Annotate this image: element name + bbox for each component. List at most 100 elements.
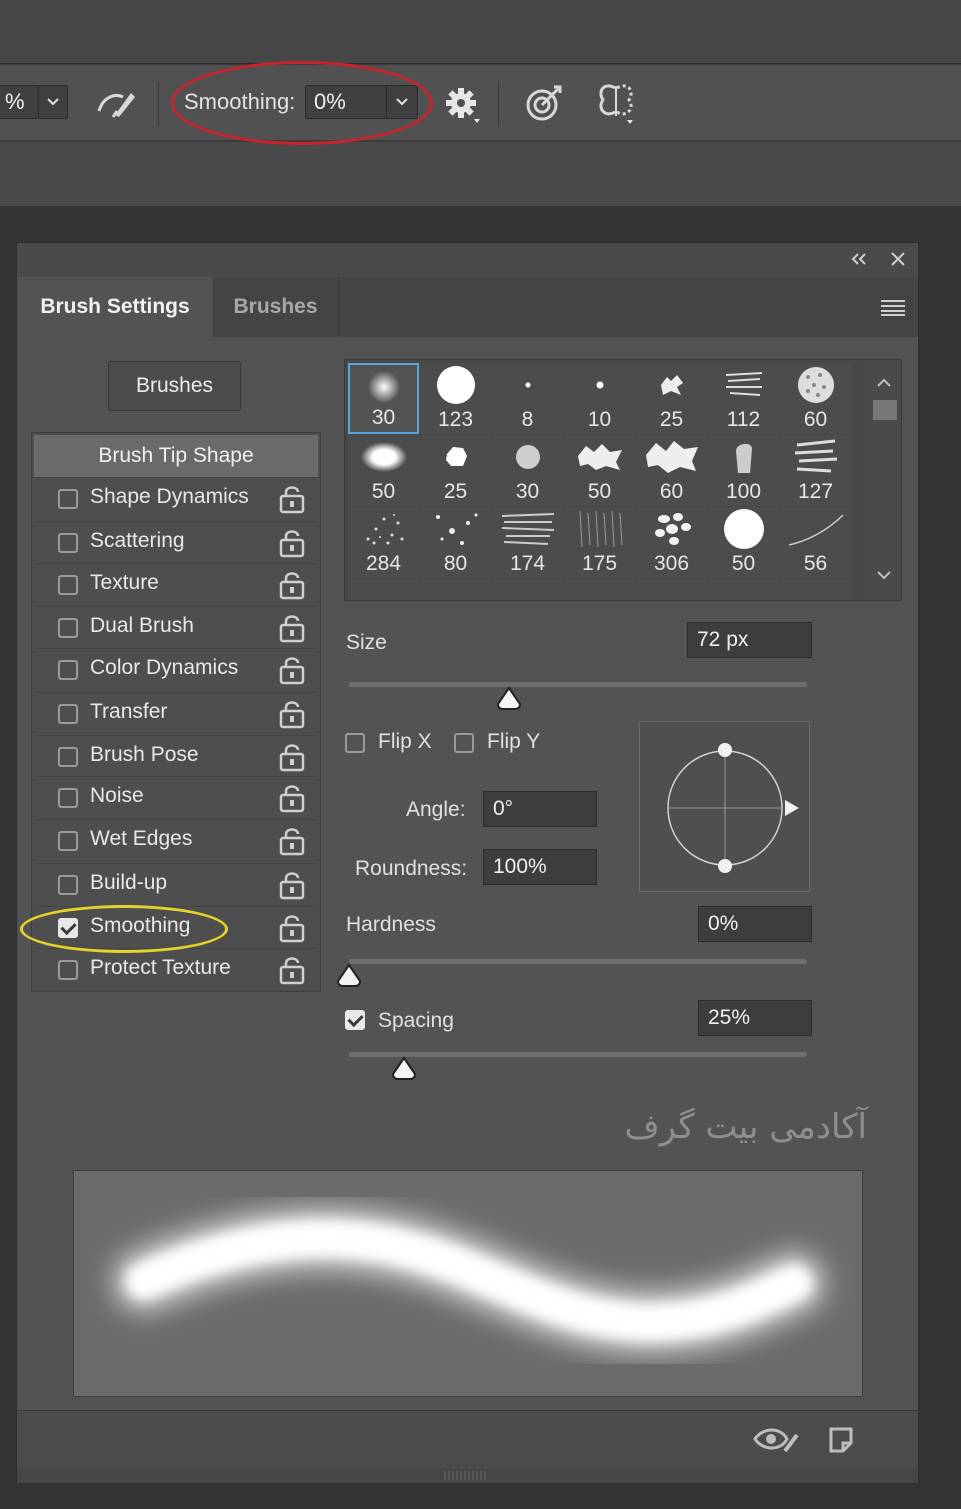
lock-icon[interactable] bbox=[279, 570, 305, 605]
option-row-noise[interactable]: Noise bbox=[34, 776, 318, 818]
flip-x-label: Flip X bbox=[378, 730, 432, 753]
option-row-dual-brush[interactable]: Dual Brush bbox=[34, 606, 318, 648]
option-row-protect-texture[interactable]: Protect Texture bbox=[34, 948, 318, 990]
brush-tip-cell[interactable]: 127 bbox=[780, 435, 851, 506]
option-checkbox[interactable] bbox=[58, 747, 78, 767]
gear-icon[interactable] bbox=[440, 83, 484, 127]
option-row-color-dynamics[interactable]: Color Dynamics bbox=[34, 648, 318, 690]
symmetry-butterfly-icon[interactable] bbox=[594, 81, 638, 127]
brush-tip-cell[interactable] bbox=[564, 579, 635, 600]
flip-x-checkbox[interactable] bbox=[345, 733, 365, 753]
lock-icon[interactable] bbox=[279, 826, 305, 861]
size-slider-track[interactable] bbox=[349, 682, 807, 687]
brush-tip-size: 123 bbox=[437, 408, 474, 431]
brush-tip-cell[interactable] bbox=[492, 579, 563, 600]
brush-tip-cell[interactable]: 30 bbox=[348, 363, 419, 434]
percent-field[interactable]: % bbox=[0, 85, 38, 119]
lock-icon[interactable] bbox=[279, 484, 305, 519]
collapse-icon[interactable] bbox=[849, 249, 869, 274]
brush-tip-cell[interactable]: 306 bbox=[636, 507, 707, 578]
brush-tip-cell[interactable]: 50 bbox=[708, 507, 779, 578]
airbrush-icon[interactable] bbox=[92, 83, 138, 123]
brush-tip-cell[interactable]: 10 bbox=[564, 363, 635, 434]
spacing-slider-thumb[interactable] bbox=[390, 1056, 418, 1087]
brush-tip-cell[interactable]: 112 bbox=[708, 363, 779, 434]
hardness-field[interactable]: 0% bbox=[698, 906, 812, 942]
brush-tip-shape-item[interactable]: Brush Tip Shape bbox=[34, 435, 318, 477]
option-row-transfer[interactable]: Transfer bbox=[34, 692, 318, 734]
lock-icon[interactable] bbox=[279, 783, 305, 818]
brush-tip-cell[interactable]: 100 bbox=[708, 435, 779, 506]
option-row-shape-dynamics[interactable]: Shape Dynamics bbox=[34, 477, 318, 519]
panel-menu-icon[interactable] bbox=[881, 299, 905, 322]
angle-roundness-widget[interactable] bbox=[639, 721, 810, 892]
option-checkbox[interactable] bbox=[58, 575, 78, 595]
brush-tip-cell[interactable]: 8 bbox=[492, 363, 563, 434]
lock-icon[interactable] bbox=[279, 955, 305, 990]
option-row-texture[interactable]: Texture bbox=[34, 563, 318, 605]
brush-tip-cell[interactable]: 50 bbox=[348, 435, 419, 506]
lock-icon[interactable] bbox=[279, 528, 305, 563]
hardness-slider-thumb[interactable] bbox=[335, 963, 363, 994]
new-brush-icon[interactable] bbox=[827, 1425, 855, 1458]
brush-tip-cell[interactable]: 30 bbox=[492, 435, 563, 506]
top-strip bbox=[0, 0, 961, 64]
brush-tip-cell[interactable]: 284 bbox=[348, 507, 419, 578]
option-row-wet-edges[interactable]: Wet Edges bbox=[34, 819, 318, 861]
option-row-scattering[interactable]: Scattering bbox=[34, 521, 318, 563]
tab-brush-settings[interactable]: Brush Settings bbox=[17, 277, 213, 337]
brush-tip-cell[interactable]: 123 bbox=[420, 363, 491, 434]
brush-tip-cell[interactable] bbox=[420, 579, 491, 600]
pressure-target-icon[interactable] bbox=[522, 81, 566, 125]
brush-tip-preview-icon bbox=[708, 509, 779, 549]
flip-y-checkbox[interactable] bbox=[454, 733, 474, 753]
option-checkbox[interactable] bbox=[58, 788, 78, 808]
roundness-field[interactable]: 100% bbox=[483, 849, 597, 885]
option-row-build-up[interactable]: Build-up bbox=[34, 863, 318, 905]
option-row-brush-pose[interactable]: Brush Pose bbox=[34, 735, 318, 777]
option-checkbox[interactable] bbox=[58, 618, 78, 638]
lock-icon[interactable] bbox=[279, 913, 305, 948]
lock-icon[interactable] bbox=[279, 613, 305, 648]
toggle-preview-icon[interactable] bbox=[753, 1425, 799, 1458]
size-slider-thumb[interactable] bbox=[495, 686, 523, 717]
percent-dropdown-button[interactable] bbox=[38, 85, 68, 119]
lock-icon[interactable] bbox=[279, 870, 305, 905]
close-icon[interactable] bbox=[888, 249, 908, 274]
brush-tip-cell[interactable]: 60 bbox=[780, 363, 851, 434]
option-checkbox[interactable] bbox=[58, 533, 78, 553]
tip-grid-scrollbar[interactable] bbox=[865, 360, 901, 600]
brush-tip-cell[interactable]: 80 bbox=[420, 507, 491, 578]
size-field[interactable]: 72 px bbox=[687, 622, 812, 658]
brushes-button[interactable]: Brushes bbox=[108, 361, 241, 411]
brush-tip-cell[interactable] bbox=[348, 579, 419, 600]
brush-tip-cell[interactable] bbox=[780, 579, 851, 600]
lock-icon[interactable] bbox=[279, 699, 305, 734]
option-checkbox[interactable] bbox=[58, 704, 78, 724]
brush-tip-preview-icon bbox=[780, 509, 851, 549]
option-checkbox[interactable] bbox=[58, 831, 78, 851]
brush-settings-panel: Brush Settings Brushes Brushes Brush Tip… bbox=[16, 242, 919, 1484]
panel-resize-grip[interactable] bbox=[17, 1468, 918, 1483]
brush-tip-cell[interactable]: 60 bbox=[636, 435, 707, 506]
brush-tip-preview-icon bbox=[350, 367, 417, 407]
option-checkbox[interactable] bbox=[58, 875, 78, 895]
brush-tip-cell[interactable]: 25 bbox=[420, 435, 491, 506]
lock-icon[interactable] bbox=[279, 655, 305, 690]
brush-tip-cell[interactable]: 25 bbox=[636, 363, 707, 434]
brush-tip-cell[interactable] bbox=[708, 579, 779, 600]
hardness-slider-track[interactable] bbox=[349, 959, 807, 964]
lock-icon[interactable] bbox=[279, 742, 305, 777]
option-checkbox[interactable] bbox=[58, 660, 78, 680]
spacing-checkbox[interactable] bbox=[345, 1010, 365, 1030]
angle-field[interactable]: 0° bbox=[483, 791, 597, 827]
brush-tip-cell[interactable]: 56 bbox=[780, 507, 851, 578]
brush-tip-cell[interactable]: 50 bbox=[564, 435, 635, 506]
tab-brushes[interactable]: Brushes bbox=[213, 277, 339, 337]
spacing-field[interactable]: 25% bbox=[698, 1000, 812, 1036]
option-checkbox[interactable] bbox=[58, 489, 78, 509]
brush-tip-cell[interactable] bbox=[636, 579, 707, 600]
brush-tip-cell[interactable]: 174 bbox=[492, 507, 563, 578]
brush-tip-cell[interactable]: 175 bbox=[564, 507, 635, 578]
option-checkbox[interactable] bbox=[58, 960, 78, 980]
